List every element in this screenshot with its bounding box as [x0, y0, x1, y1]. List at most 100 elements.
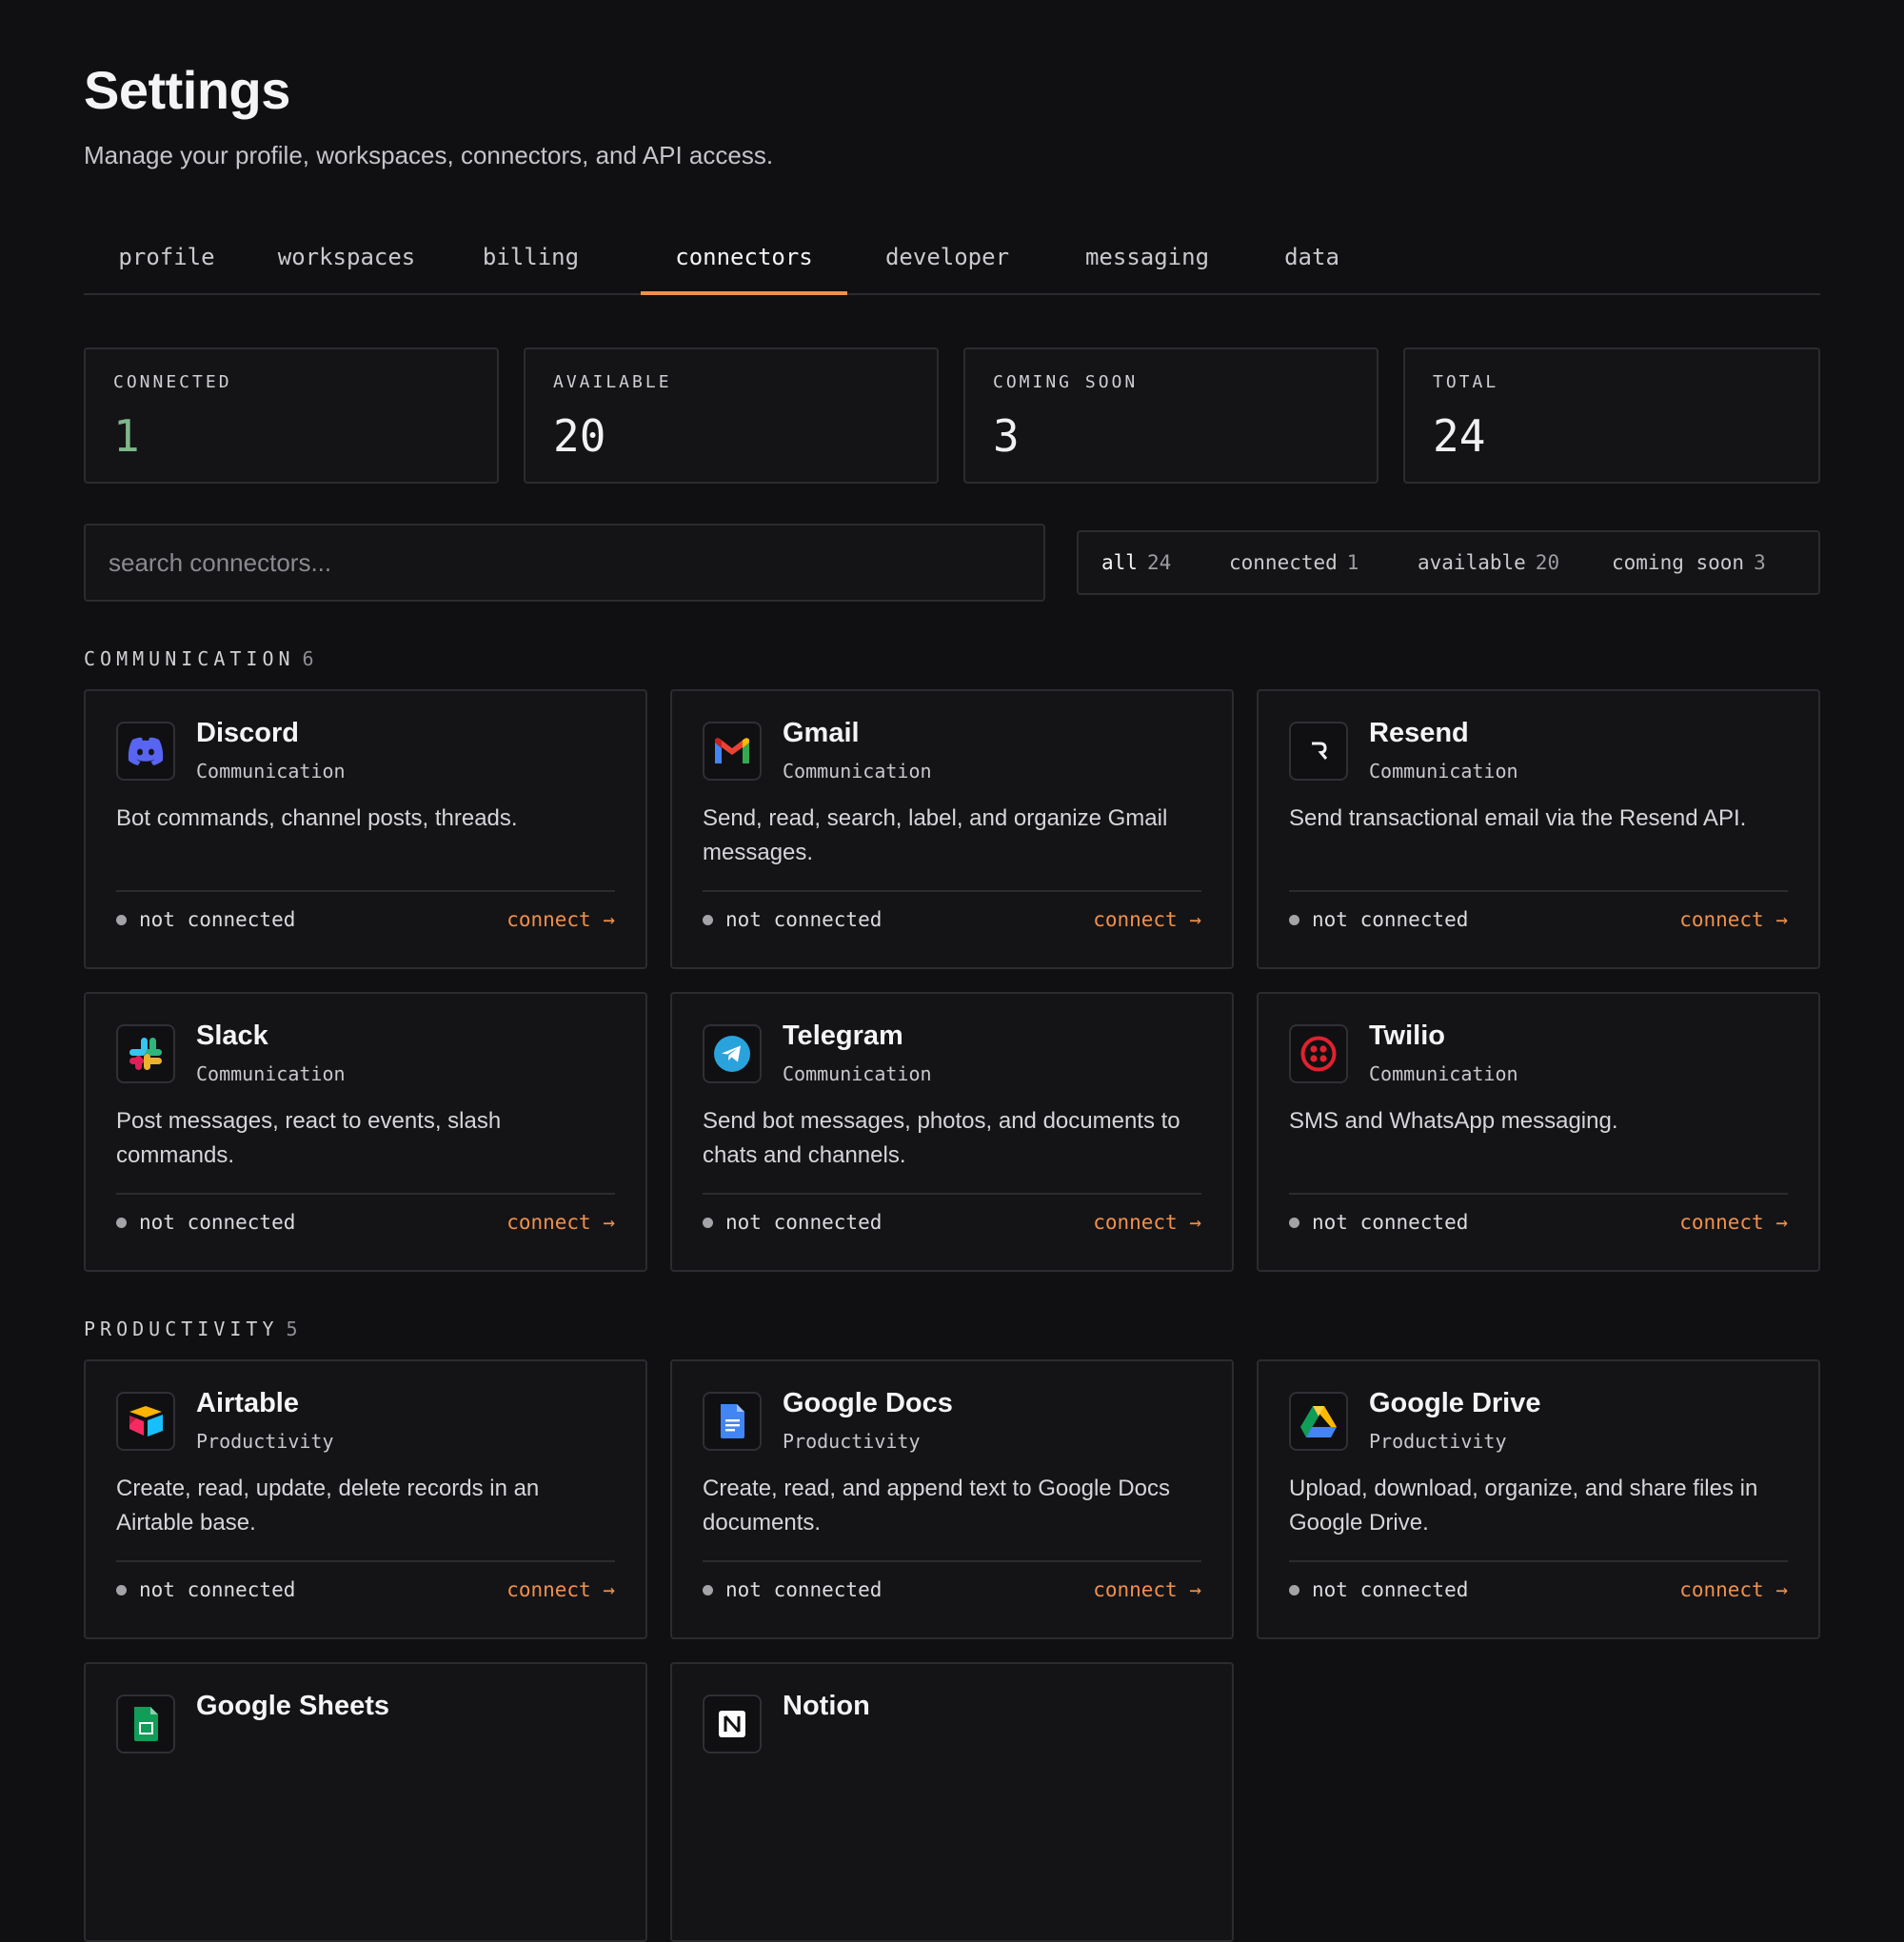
connect-button[interactable]: connect →: [506, 1211, 615, 1234]
connector-description: Send transactional email via the Resend …: [1289, 805, 1747, 831]
connection-status: not connected: [1289, 908, 1468, 931]
tab-profile[interactable]: profile: [84, 221, 249, 293]
filter-all[interactable]: all 24: [1101, 551, 1171, 574]
stat-value: 3: [993, 410, 1020, 462]
status-text: not connected: [139, 908, 296, 931]
connector-card-google-docs: Google Docs Productivity Create, read, a…: [670, 1359, 1234, 1639]
connector-name: Twilio: [1369, 1021, 1446, 1051]
section-title-productivity: PRODUCTIVITY 5: [84, 1318, 298, 1340]
tab-messaging[interactable]: messaging: [1047, 221, 1247, 293]
connection-status: not connected: [116, 908, 295, 931]
filter-bar: all 24 connected 1 available 20 coming soon…: [1077, 530, 1820, 595]
stat-card-total: TOTAL 24: [1403, 347, 1820, 484]
section-title-communication: COMMUNICATION 6: [84, 647, 314, 670]
connector-description: SMS and WhatsApp messaging.: [1289, 1108, 1618, 1134]
connector-card-twilio: Twilio Communication SMS and WhatsApp me…: [1257, 992, 1820, 1272]
status-dot-icon: [1289, 914, 1299, 925]
connect-button[interactable]: connect →: [506, 908, 615, 931]
connect-button[interactable]: connect →: [1679, 1578, 1788, 1601]
connector-description: Create, read, and append text to Google …: [703, 1476, 1170, 1536]
resend-icon: [1289, 722, 1348, 781]
card-divider: [116, 1560, 615, 1562]
tab-connectors[interactable]: connectors: [641, 221, 847, 295]
filter-label: all: [1101, 551, 1138, 574]
status-text: not connected: [1312, 908, 1469, 931]
connection-status: not connected: [1289, 1211, 1468, 1234]
card-divider: [703, 1560, 1201, 1562]
card-divider: [1289, 1560, 1788, 1562]
status-dot-icon: [116, 914, 127, 925]
airtable-icon: [116, 1392, 175, 1451]
google-sheets-icon: [116, 1694, 175, 1754]
stat-label: CONNECTED: [113, 372, 232, 392]
connection-status: not connected: [1289, 1578, 1468, 1601]
connector-category: Communication: [1369, 1062, 1518, 1085]
stat-card-connected: CONNECTED 1: [84, 347, 499, 484]
filter-available[interactable]: available 20: [1418, 551, 1559, 574]
connector-category: Communication: [783, 760, 932, 783]
card-divider: [703, 890, 1201, 892]
stat-card-available: AVAILABLE 20: [524, 347, 939, 484]
connector-name: Google Drive: [1369, 1388, 1541, 1418]
connector-description: Send bot messages, photos, and documents…: [703, 1108, 1180, 1168]
connection-status: not connected: [703, 1211, 882, 1234]
section-label: COMMUNICATION: [84, 647, 295, 670]
connector-card-telegram: Telegram Communication Send bot messages…: [670, 992, 1234, 1272]
filter-count: 24: [1146, 551, 1172, 574]
status-dot-icon: [116, 1584, 127, 1595]
connector-name: Discord: [196, 718, 299, 748]
connection-status: not connected: [703, 908, 882, 931]
stat-value: 20: [553, 410, 606, 462]
filter-coming-soon[interactable]: coming soon 3: [1612, 551, 1766, 574]
google-drive-icon: [1289, 1392, 1348, 1451]
connector-card-gmail: Gmail Communication Send, read, search, …: [670, 689, 1234, 969]
connector-name: Google Docs: [783, 1388, 953, 1418]
filter-connected[interactable]: connected 1: [1229, 551, 1359, 574]
status-text: not connected: [1312, 1211, 1469, 1234]
stat-label: AVAILABLE: [553, 372, 672, 392]
tab-workspaces[interactable]: workspaces: [249, 221, 444, 293]
connector-name: Resend: [1369, 718, 1469, 748]
status-dot-icon: [116, 1217, 127, 1228]
status-dot-icon: [703, 1584, 713, 1595]
status-dot-icon: [703, 914, 713, 925]
filter-label: connected: [1229, 551, 1338, 574]
stat-card-coming-soon: COMING SOON 3: [963, 347, 1378, 484]
connector-description: Upload, download, organize, and share fi…: [1289, 1476, 1758, 1536]
search-input[interactable]: [84, 524, 1045, 602]
connection-status: not connected: [116, 1578, 295, 1601]
connector-description: Create, read, update, delete records in …: [116, 1476, 540, 1536]
gmail-icon: [703, 722, 762, 781]
status-dot-icon: [703, 1217, 713, 1228]
connector-description: Send, read, search, label, and organize …: [703, 805, 1168, 865]
section-label: PRODUCTIVITY: [84, 1318, 279, 1340]
card-divider: [116, 1193, 615, 1195]
connector-name: Slack: [196, 1021, 268, 1051]
connector-card-discord: Discord Communication Bot commands, chan…: [84, 689, 647, 969]
connect-button[interactable]: connect →: [1093, 1578, 1201, 1601]
connect-button[interactable]: connect →: [506, 1578, 615, 1601]
connector-card-slack: Slack Communication Post messages, react…: [84, 992, 647, 1272]
connect-button[interactable]: connect →: [1093, 908, 1201, 931]
connect-button[interactable]: connect →: [1679, 908, 1788, 931]
discord-icon: [116, 722, 175, 781]
connect-button[interactable]: connect →: [1093, 1211, 1201, 1234]
tab-billing[interactable]: billing: [444, 221, 618, 293]
connector-category: Communication: [196, 1062, 346, 1085]
twilio-icon: [1289, 1024, 1348, 1083]
section-count: 5: [286, 1318, 298, 1340]
connector-card-notion: Notion: [670, 1662, 1234, 1942]
connector-description: Bot commands, channel posts, threads.: [116, 805, 518, 831]
connector-category: Productivity: [1369, 1430, 1507, 1453]
card-divider: [1289, 1193, 1788, 1195]
stats-row: CONNECTED 1 AVAILABLE 20 COMING SOON 3 T…: [84, 347, 1820, 486]
connect-button[interactable]: connect →: [1679, 1211, 1788, 1234]
filter-label: available: [1418, 551, 1526, 574]
status-text: not connected: [1312, 1578, 1469, 1601]
connector-card-resend: Resend Communication Send transactional …: [1257, 689, 1820, 969]
connector-card-airtable: Airtable Productivity Create, read, upda…: [84, 1359, 647, 1639]
tab-developer[interactable]: developer: [847, 221, 1047, 293]
tab-data[interactable]: data: [1247, 221, 1377, 293]
stat-value: 24: [1433, 410, 1486, 462]
filter-count: 1: [1346, 551, 1359, 574]
